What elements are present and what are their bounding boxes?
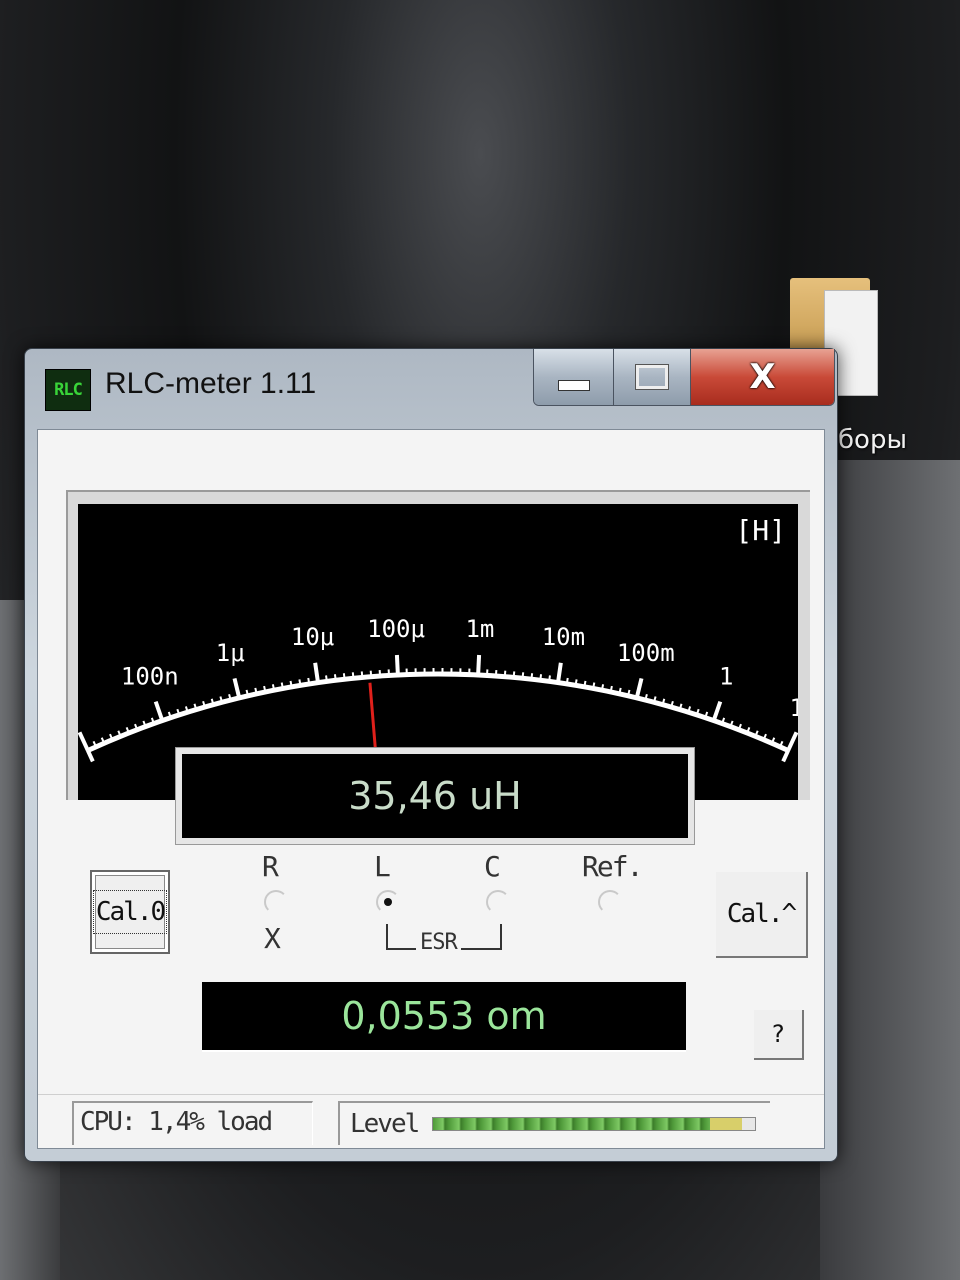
meter-minor-tick (539, 674, 543, 681)
cpu-load-text: CPU: 1,4% load (80, 1107, 273, 1137)
close-button[interactable]: X (690, 349, 834, 405)
meter-major-tick (232, 677, 242, 699)
meter-scale-label: 0 (78, 694, 79, 722)
meter-major-tick (711, 700, 723, 722)
meter-minor-tick (342, 673, 346, 680)
meter-end-cap (781, 749, 790, 763)
mode-ref-radio[interactable] (598, 890, 622, 914)
rlc-meter-window: RLC RLC-meter 1.11 X 0100n1μ10μ100μ1m10m… (24, 348, 838, 1162)
main-readout: 35,46 uH (175, 747, 695, 845)
esr-bracket: ESR (386, 924, 502, 955)
meter-scale-label: 1 (719, 663, 733, 691)
meter-minor-tick (600, 684, 605, 691)
meter-major-tick (556, 662, 563, 683)
meter-arc (86, 671, 790, 753)
meter-major-tick (394, 654, 400, 676)
esr-readout: 0,0553 om (202, 982, 686, 1052)
window-title: RLC-meter 1.11 (105, 367, 317, 400)
level-label: Level (350, 1109, 420, 1139)
maximize-button[interactable] (614, 349, 691, 405)
title-bar[interactable]: RLC RLC-meter 1.11 X (25, 349, 837, 427)
meter-major-tick (476, 654, 482, 676)
meter-minor-tick (333, 674, 337, 681)
meter-minor-tick (280, 682, 284, 689)
level-bar (432, 1117, 756, 1131)
level-bar-fill (433, 1118, 710, 1130)
minimize-icon (557, 379, 590, 391)
meter-major-tick (153, 700, 165, 722)
meter-minor-tick (574, 679, 578, 686)
meter-scale-label: 10m (542, 623, 585, 651)
meter-scale-label: 1μ (216, 639, 245, 667)
minimize-button[interactable] (534, 349, 615, 405)
meter-minor-tick (360, 671, 364, 678)
meter-scale-label: 100m (617, 639, 675, 667)
meter-minor-tick (289, 680, 293, 688)
meter-scale-label: 100n (121, 663, 179, 691)
meter-minor-tick (565, 677, 569, 685)
cal0-label: Cal.0 (92, 890, 168, 934)
meter-scale-label: 1m (465, 615, 494, 643)
desktop-folder-label[interactable]: боры (838, 425, 907, 455)
meter-scale-label: 10μ (291, 623, 334, 651)
help-button[interactable]: ? (754, 1010, 804, 1060)
meter-minor-tick (583, 680, 587, 688)
cal-up-label: Cal.^ (726, 899, 797, 929)
cal0-button[interactable]: Cal.0 (90, 870, 170, 954)
mode-c-label: C (484, 850, 501, 883)
mode-l-radio[interactable] (376, 890, 400, 914)
meter-major-tick (634, 677, 644, 699)
desktop-background-right (820, 460, 960, 1280)
meter-minor-tick (548, 675, 551, 682)
meter-major-tick (786, 731, 798, 752)
meter-minor-tick (627, 689, 631, 697)
meter-scale-label: 10 (790, 694, 798, 722)
caption-buttons: X (533, 349, 835, 406)
mode-r-label: R (262, 850, 279, 883)
meter-minor-tick (254, 687, 258, 695)
meter-minor-tick (271, 684, 276, 691)
mode-r-radio[interactable] (264, 890, 288, 914)
meter-minor-tick (245, 689, 249, 697)
maximize-icon (636, 365, 669, 389)
mode-x-label[interactable]: X (264, 922, 281, 955)
mode-ref-label: Ref. (582, 850, 643, 883)
close-icon: X (749, 357, 776, 397)
meter-minor-tick (325, 675, 328, 682)
cal-up-button[interactable]: Cal.^ (716, 872, 808, 958)
meter-scale-label: 100μ (367, 615, 425, 643)
meter-minor-tick (618, 687, 622, 695)
mode-l-label: L (374, 850, 391, 883)
meter-minor-tick (530, 673, 534, 680)
client-area: 0100n1μ10μ100μ1m10m100m110 [H] 35,46 uH … (37, 429, 825, 1149)
mode-c-radio[interactable] (486, 890, 510, 914)
meter-minor-tick (609, 685, 613, 693)
level-panel: Level (338, 1101, 770, 1145)
meter-minor-tick (307, 677, 311, 685)
help-icon: ? (770, 1020, 786, 1048)
unit-label: [H] (735, 514, 786, 547)
meter-minor-tick (512, 671, 516, 678)
radio-selected-dot (384, 898, 392, 906)
status-bar: CPU: 1,4% load Level (38, 1094, 824, 1149)
rlc-app-icon: RLC (45, 369, 91, 411)
esr-label[interactable]: ESR (416, 930, 461, 955)
meter-major-tick (313, 662, 320, 683)
level-bar-peak (709, 1118, 743, 1130)
meter-minor-tick (351, 672, 355, 679)
meter-minor-tick (592, 682, 596, 689)
meter-end-cap (86, 749, 95, 763)
meter-minor-tick (263, 685, 267, 693)
meter-minor-tick (298, 679, 302, 686)
meter-major-tick (78, 731, 90, 752)
meter-minor-tick (521, 672, 525, 679)
